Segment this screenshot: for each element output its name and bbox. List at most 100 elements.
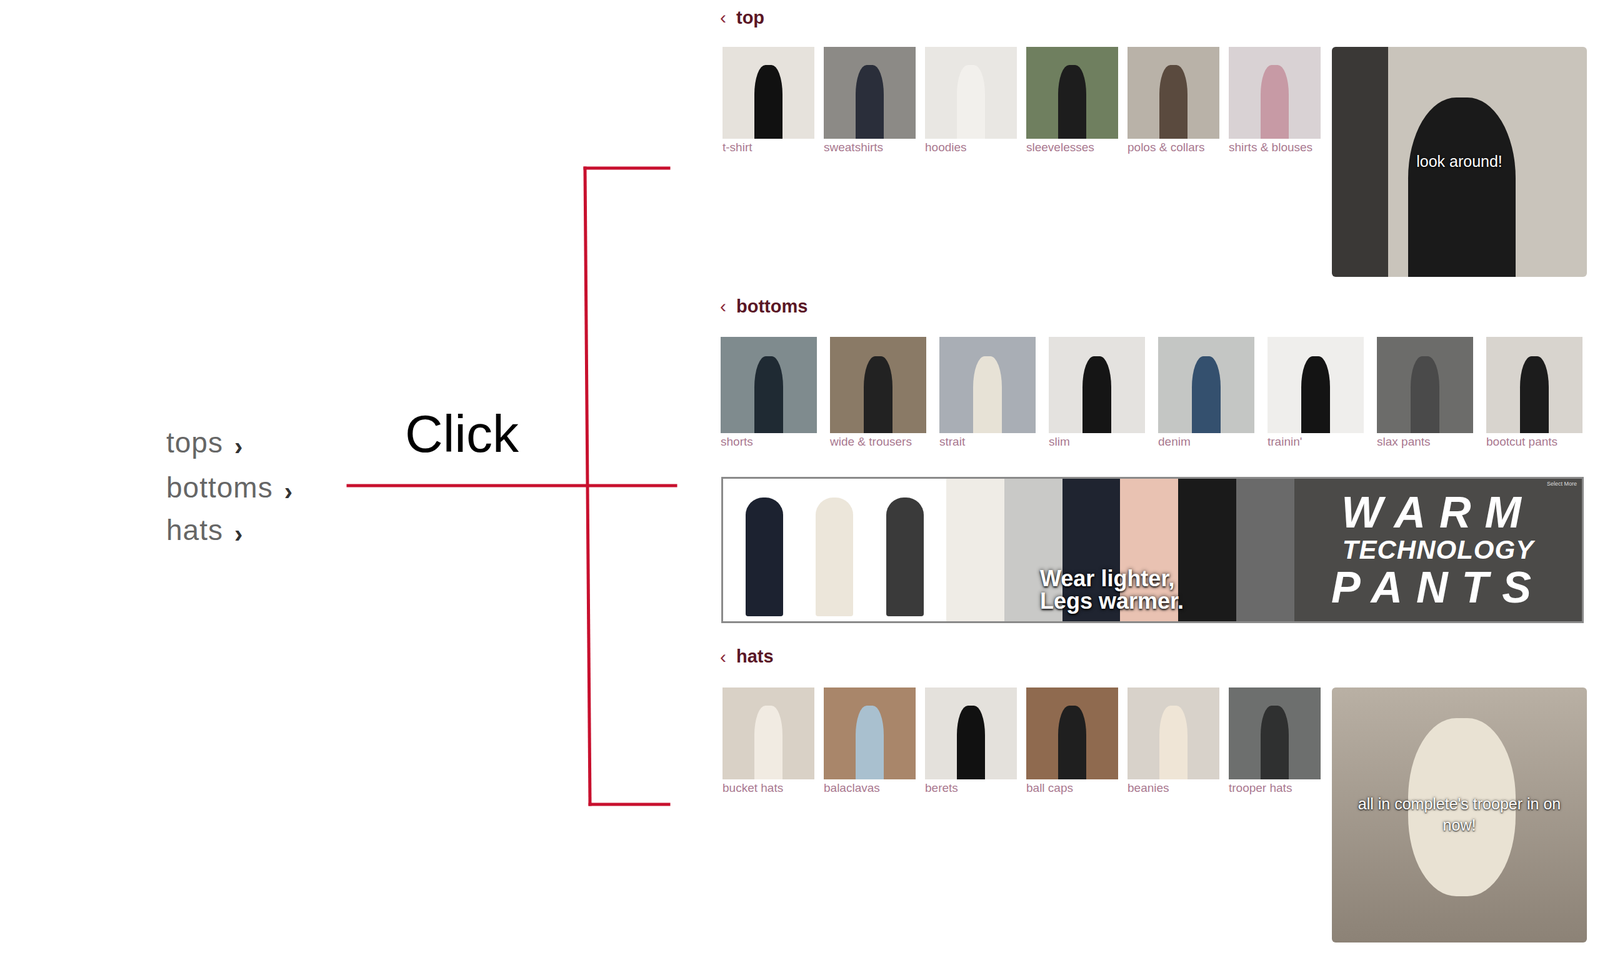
chevron-left-icon[interactable]: ‹ xyxy=(720,6,727,29)
category-thumb[interactable]: shorts xyxy=(720,336,817,450)
thumb-photo[interactable] xyxy=(1026,46,1119,139)
section-header[interactable]: ‹ bottoms xyxy=(718,288,1591,324)
category-thumb[interactable]: slax pants xyxy=(1376,336,1474,450)
category-thumb[interactable]: hoodies xyxy=(925,46,1017,155)
category-thumb[interactable]: berets xyxy=(925,687,1017,796)
thumb-label[interactable]: bootcut pants xyxy=(1486,434,1583,450)
thumb-label[interactable]: shirts & blouses xyxy=(1228,140,1321,155)
thumb-photo[interactable] xyxy=(823,46,916,139)
promo-text[interactable]: look around! xyxy=(1406,151,1513,173)
thumb-label[interactable]: t-shirt xyxy=(722,140,815,155)
model-figure xyxy=(956,705,985,780)
category-thumb[interactable]: strait xyxy=(939,336,1036,450)
section-header[interactable]: ‹ hats xyxy=(718,639,1591,675)
menu-label[interactable]: hats xyxy=(166,513,224,547)
model-figure xyxy=(754,65,782,139)
thumb-photo[interactable] xyxy=(823,687,916,780)
category-thumb[interactable]: t-shirt xyxy=(722,46,815,155)
thumb-photo[interactable] xyxy=(720,336,817,434)
model-figure xyxy=(863,356,893,434)
thumb-photo[interactable] xyxy=(1267,336,1364,434)
model-figure xyxy=(1260,65,1289,139)
thumb-photo[interactable] xyxy=(722,46,815,139)
category-thumb[interactable]: slim xyxy=(1048,336,1145,450)
thumb-photo[interactable] xyxy=(830,336,927,434)
model-figure xyxy=(1159,705,1187,780)
headline-line: WARM xyxy=(1341,490,1535,535)
thumb-label[interactable]: shorts xyxy=(720,434,817,450)
category-thumb[interactable]: trooper hats xyxy=(1228,687,1321,796)
category-thumb[interactable]: bootcut pants xyxy=(1486,336,1583,450)
thumb-photo[interactable] xyxy=(1486,336,1583,434)
promo-card[interactable]: look around! xyxy=(1331,46,1587,277)
section-header[interactable]: ‹ top xyxy=(718,0,1591,35)
thumb-label[interactable]: sleevelesses xyxy=(1026,140,1119,155)
thumb-photo[interactable] xyxy=(1127,46,1220,139)
thumb-label[interactable]: trainin' xyxy=(1267,434,1364,450)
thumb-photo[interactable] xyxy=(1228,687,1321,780)
menu-item[interactable]: bottoms › xyxy=(166,465,294,510)
banner-photo xyxy=(723,478,947,622)
thumb-photo[interactable] xyxy=(1158,336,1255,434)
chevron-right-icon[interactable]: › xyxy=(234,520,244,549)
menu-label[interactable]: tops xyxy=(166,425,224,460)
thumb-label[interactable]: slim xyxy=(1048,434,1145,450)
promo-banner[interactable]: Wear lighter,Legs warmer.Select MoreWARM… xyxy=(721,476,1584,624)
thumbnail-list: shorts wide & trousers strait slim denim trai… xyxy=(720,336,1583,450)
select-more-link[interactable]: Select More xyxy=(1546,481,1577,487)
category-thumb[interactable]: balaclavas xyxy=(823,687,916,796)
thumbnail-list: bucket hats balaclavas berets ball caps bean… xyxy=(722,687,1321,796)
chevron-left-icon[interactable]: ‹ xyxy=(720,646,727,668)
menu-item[interactable]: tops › xyxy=(166,420,294,465)
category-thumb[interactable]: beanies xyxy=(1127,687,1220,796)
thumb-photo[interactable] xyxy=(925,46,1017,139)
thumb-photo[interactable] xyxy=(1376,336,1474,434)
thumb-photo[interactable] xyxy=(1228,46,1321,139)
thumb-label[interactable]: sweatshirts xyxy=(823,140,916,155)
category-thumb[interactable]: sleevelesses xyxy=(1026,46,1119,155)
category-section: ‹ top t-shirt sweatshirts hoodies sleevelesse… xyxy=(718,0,1591,277)
category-thumb[interactable]: trainin' xyxy=(1267,336,1364,450)
banner-headline: Select MoreWARMTECHNOLOGYPANTS xyxy=(1294,478,1582,622)
thumb-photo[interactable] xyxy=(1048,336,1145,434)
category-thumb[interactable]: wide & trousers xyxy=(830,336,927,450)
menu-label[interactable]: bottoms xyxy=(166,470,274,505)
thumb-label[interactable]: berets xyxy=(925,780,1017,796)
category-thumb[interactable]: sweatshirts xyxy=(823,46,916,155)
thumb-label[interactable]: hoodies xyxy=(925,140,1017,155)
chevron-right-icon[interactable]: › xyxy=(284,477,294,506)
section-title[interactable]: bottoms xyxy=(736,296,808,317)
promo-text[interactable]: all in complete's trooper in on now! xyxy=(1331,793,1587,837)
menu-item[interactable]: hats › xyxy=(166,507,294,553)
category-thumb[interactable]: ball caps xyxy=(1026,687,1119,796)
thumb-label[interactable]: slax pants xyxy=(1376,434,1474,450)
promo-card[interactable]: all in complete's trooper in on now! xyxy=(1331,687,1587,943)
chevron-right-icon[interactable]: › xyxy=(234,432,244,461)
model-figure xyxy=(973,356,1002,434)
category-thumb[interactable]: polos & collars xyxy=(1127,46,1220,155)
thumb-label[interactable]: wide & trousers xyxy=(830,434,927,450)
thumb-label[interactable]: bucket hats xyxy=(722,780,815,796)
thumb-label[interactable]: balaclavas xyxy=(823,780,916,796)
section-title[interactable]: top xyxy=(736,7,765,29)
thumb-photo[interactable] xyxy=(1026,687,1119,780)
thumb-label[interactable]: strait xyxy=(939,434,1036,450)
chevron-left-icon[interactable]: ‹ xyxy=(720,295,727,317)
thumb-label[interactable]: denim xyxy=(1158,434,1255,450)
thumb-label[interactable]: trooper hats xyxy=(1228,780,1321,796)
category-thumb[interactable]: bucket hats xyxy=(722,687,815,796)
model-figure xyxy=(1082,356,1112,434)
thumb-photo[interactable] xyxy=(925,687,1017,780)
thumb-photo[interactable] xyxy=(722,687,815,780)
category-thumb[interactable]: shirts & blouses xyxy=(1228,46,1321,155)
thumb-photo[interactable] xyxy=(1127,687,1220,780)
thumb-label[interactable]: beanies xyxy=(1127,780,1220,796)
category-thumb[interactable]: denim xyxy=(1158,336,1255,450)
model-figure xyxy=(754,356,784,434)
thumb-label[interactable]: ball caps xyxy=(1026,780,1119,796)
thumbnail-list: t-shirt sweatshirts hoodies sleevelesses pol… xyxy=(722,46,1321,155)
section-title[interactable]: hats xyxy=(736,646,774,667)
promo-figure xyxy=(1408,97,1515,277)
thumb-label[interactable]: polos & collars xyxy=(1127,140,1220,155)
thumb-photo[interactable] xyxy=(939,336,1036,434)
